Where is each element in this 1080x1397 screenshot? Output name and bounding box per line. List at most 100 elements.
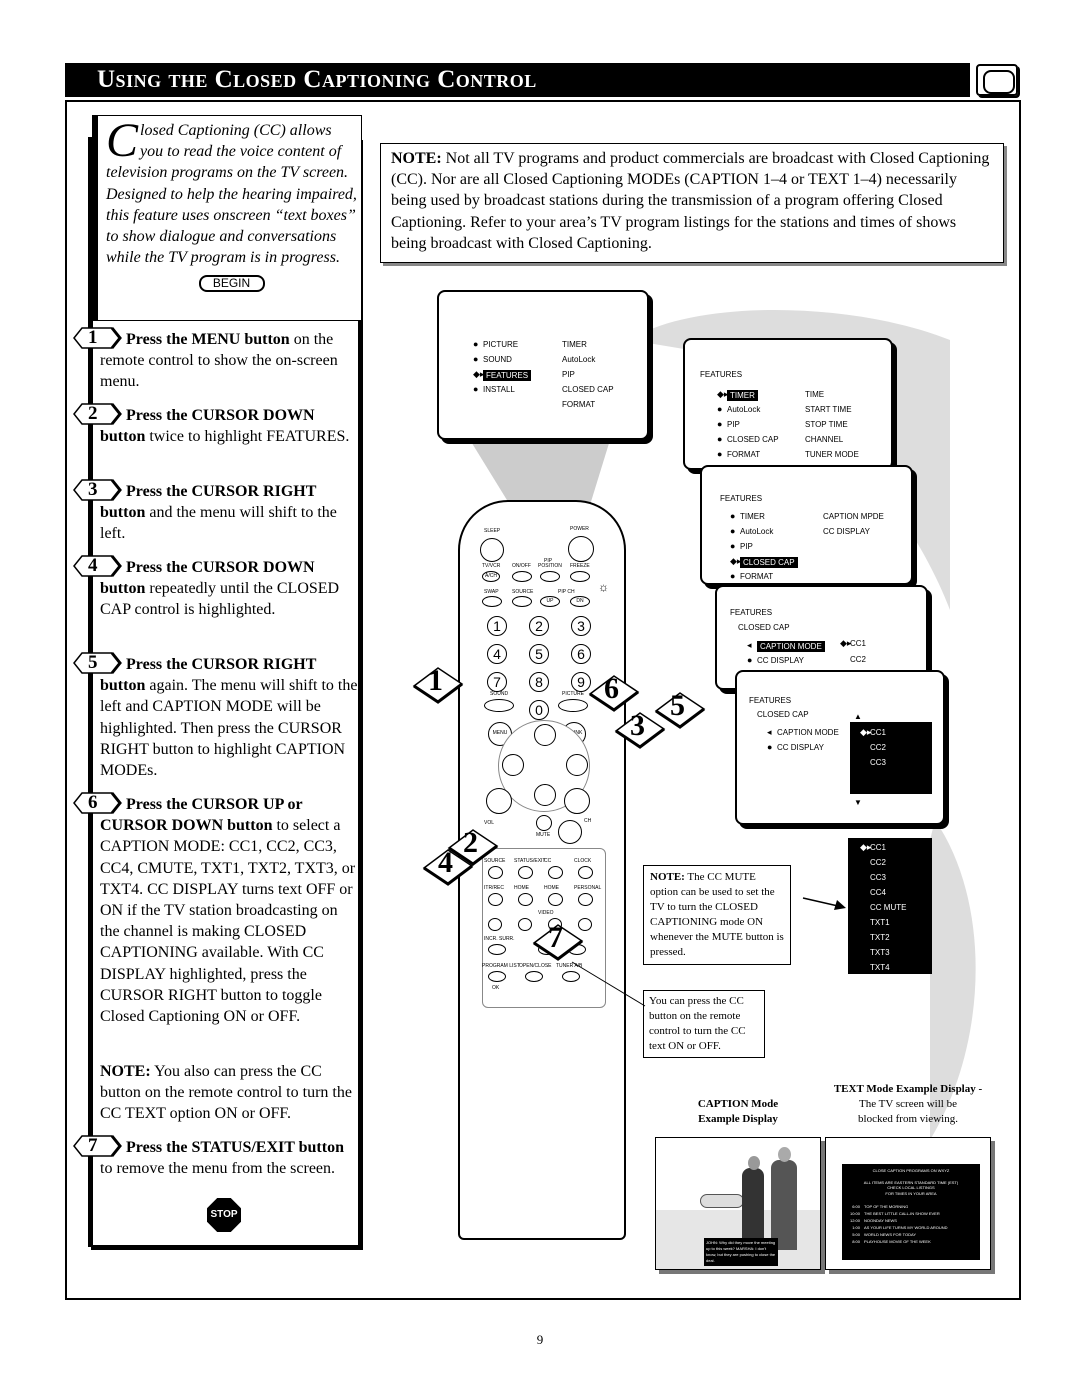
menu-item[interactable]: TUNER MODE — [805, 450, 859, 459]
digit-4-button[interactable]: 4 — [487, 644, 507, 664]
person-image — [742, 1168, 764, 1238]
button-cc[interactable] — [548, 866, 563, 879]
caption-mode-option[interactable]: TXT2 — [870, 933, 890, 942]
cursor-left-button[interactable] — [502, 754, 524, 776]
menu-item[interactable]: CHANNEL — [805, 435, 843, 444]
power-button[interactable] — [568, 536, 594, 562]
button-source[interactable] — [488, 866, 503, 879]
digit-2-button[interactable]: 2 — [529, 616, 549, 636]
menu-item[interactable]: CAPTION MODE — [777, 728, 839, 737]
menu-item[interactable]: SOUND — [483, 355, 512, 364]
menu-item[interactable]: CC2 — [870, 743, 886, 752]
menu-subheader[interactable]: CLOSED CAP — [757, 710, 809, 719]
digit-6-button[interactable]: 6 — [571, 644, 591, 664]
menu-item[interactable]: PIP — [727, 420, 740, 429]
digit-3-button[interactable]: 3 — [571, 616, 591, 636]
caption-mode-option[interactable]: TXT3 — [870, 948, 890, 957]
menu-item[interactable]: CC DISPLAY — [757, 656, 804, 665]
button-personal[interactable] — [578, 893, 593, 906]
menu-item[interactable]: INSTALL — [483, 385, 515, 394]
step-detail: to select a CAPTION MODE: CC1, CC2, CC3,… — [100, 817, 356, 1026]
button-clock[interactable] — [578, 866, 593, 879]
pip-onoff-button[interactable] — [512, 571, 532, 582]
caption-mode-option[interactable]: TXT1 — [870, 918, 890, 927]
menu-item[interactable]: CC3 — [870, 758, 886, 767]
menu-item[interactable]: CLOSED CAP — [562, 385, 614, 394]
digit-5-button[interactable]: 5 — [529, 644, 549, 664]
stop-button[interactable] — [518, 918, 532, 931]
menu-header[interactable]: FEATURES — [720, 494, 762, 503]
digit-0-button[interactable]: 0 — [529, 700, 549, 720]
menu-item[interactable]: CLOSED CAP — [740, 557, 798, 568]
menu-item[interactable]: AutoLock — [727, 405, 760, 414]
caption-mode-option[interactable]: CC MUTE — [870, 903, 906, 912]
menu-item[interactable]: TIMER — [740, 512, 765, 521]
ch-up-button[interactable] — [564, 788, 590, 814]
menu-header[interactable]: FEATURES — [700, 370, 742, 379]
caption-mode-option[interactable]: CC1 — [870, 843, 886, 852]
menu-item[interactable]: TIME — [805, 390, 824, 399]
pip-ch-up-button[interactable]: UP — [540, 596, 560, 607]
button-programlist[interactable] — [488, 971, 506, 982]
scroll-down-icon[interactable]: ▼ — [854, 798, 862, 807]
button-itrrec[interactable] — [488, 893, 503, 906]
button-home[interactable] — [518, 893, 533, 906]
menu-item[interactable]: FEATURES — [483, 370, 532, 381]
pip-ch-down-button[interactable]: DN — [570, 596, 590, 607]
menu-item[interactable]: CC DISPLAY — [823, 527, 870, 536]
menu-item[interactable]: CC DISPLAY — [777, 743, 824, 752]
menu-item[interactable]: START TIME — [805, 405, 852, 414]
swap-button[interactable] — [482, 596, 502, 607]
pip-source-button[interactable] — [512, 596, 532, 607]
menu-header[interactable]: FEATURES — [749, 696, 791, 705]
menu-item[interactable]: CC1 — [850, 639, 866, 648]
menu-item[interactable]: TIMER — [727, 390, 758, 401]
digit-1-button[interactable]: 1 — [487, 616, 507, 636]
caption-mode-option[interactable]: CC4 — [870, 888, 886, 897]
rewind-button[interactable] — [488, 918, 502, 931]
menu-item[interactable]: STOP TIME — [805, 420, 848, 429]
menu-item[interactable]: CLOSED CAP — [727, 435, 779, 444]
menu-item[interactable]: FORMAT — [727, 450, 760, 459]
listing-time: 1:00 — [852, 1225, 860, 1230]
button-label: HOME — [544, 885, 559, 891]
menu-subheader[interactable]: CLOSED CAP — [738, 623, 790, 632]
menu-item[interactable]: PIP — [562, 370, 575, 379]
caption-mode-option[interactable]: CC2 — [870, 858, 886, 867]
cursor-up-button[interactable] — [534, 724, 556, 746]
digit-7-button[interactable]: 7 — [487, 672, 507, 692]
button-home[interactable] — [548, 893, 563, 906]
menu-item[interactable]: CC2 — [850, 655, 866, 664]
caption-mode-option[interactable]: TXT4 — [870, 963, 890, 972]
pip-position-button[interactable] — [540, 571, 560, 582]
button-openclose[interactable] — [525, 971, 543, 982]
step-number: 4 — [88, 555, 98, 576]
menu-item[interactable]: TIMER — [562, 340, 587, 349]
menu-item[interactable]: PICTURE — [483, 340, 518, 349]
ch-down-button[interactable] — [558, 820, 582, 844]
sound-button[interactable] — [484, 699, 514, 712]
cursor-right-button[interactable] — [566, 754, 588, 776]
button-statusexit[interactable] — [518, 866, 533, 879]
button-label: PERSONAL — [574, 885, 602, 891]
scroll-up-icon[interactable]: ▲ — [854, 712, 862, 721]
mute-button[interactable] — [536, 815, 552, 831]
menu-item[interactable]: CC1 — [870, 728, 886, 737]
cursor-down-button[interactable] — [534, 784, 556, 806]
menu-item[interactable]: PIP — [740, 542, 753, 551]
menu-header[interactable]: FEATURES — [730, 608, 772, 617]
menu-item[interactable]: FORMAT — [740, 572, 773, 581]
tv-vcr-button[interactable]: A/CH — [482, 571, 500, 582]
menu-item[interactable]: CAPTION MPDE — [823, 512, 884, 521]
menu-item[interactable]: AutoLock — [562, 355, 595, 364]
picture-button[interactable] — [558, 699, 588, 712]
freeze-button[interactable] — [570, 571, 590, 582]
incr-surr-button[interactable] — [488, 944, 506, 955]
vol-up-button[interactable] — [486, 788, 512, 814]
menu-item[interactable]: AutoLock — [740, 527, 773, 536]
menu-item[interactable]: FORMAT — [562, 400, 595, 409]
menu-item[interactable]: CAPTION MODE — [757, 641, 825, 652]
caption-mode-option[interactable]: CC3 — [870, 873, 886, 882]
digit-8-button[interactable]: 8 — [529, 672, 549, 692]
sleep-button[interactable] — [480, 538, 504, 562]
